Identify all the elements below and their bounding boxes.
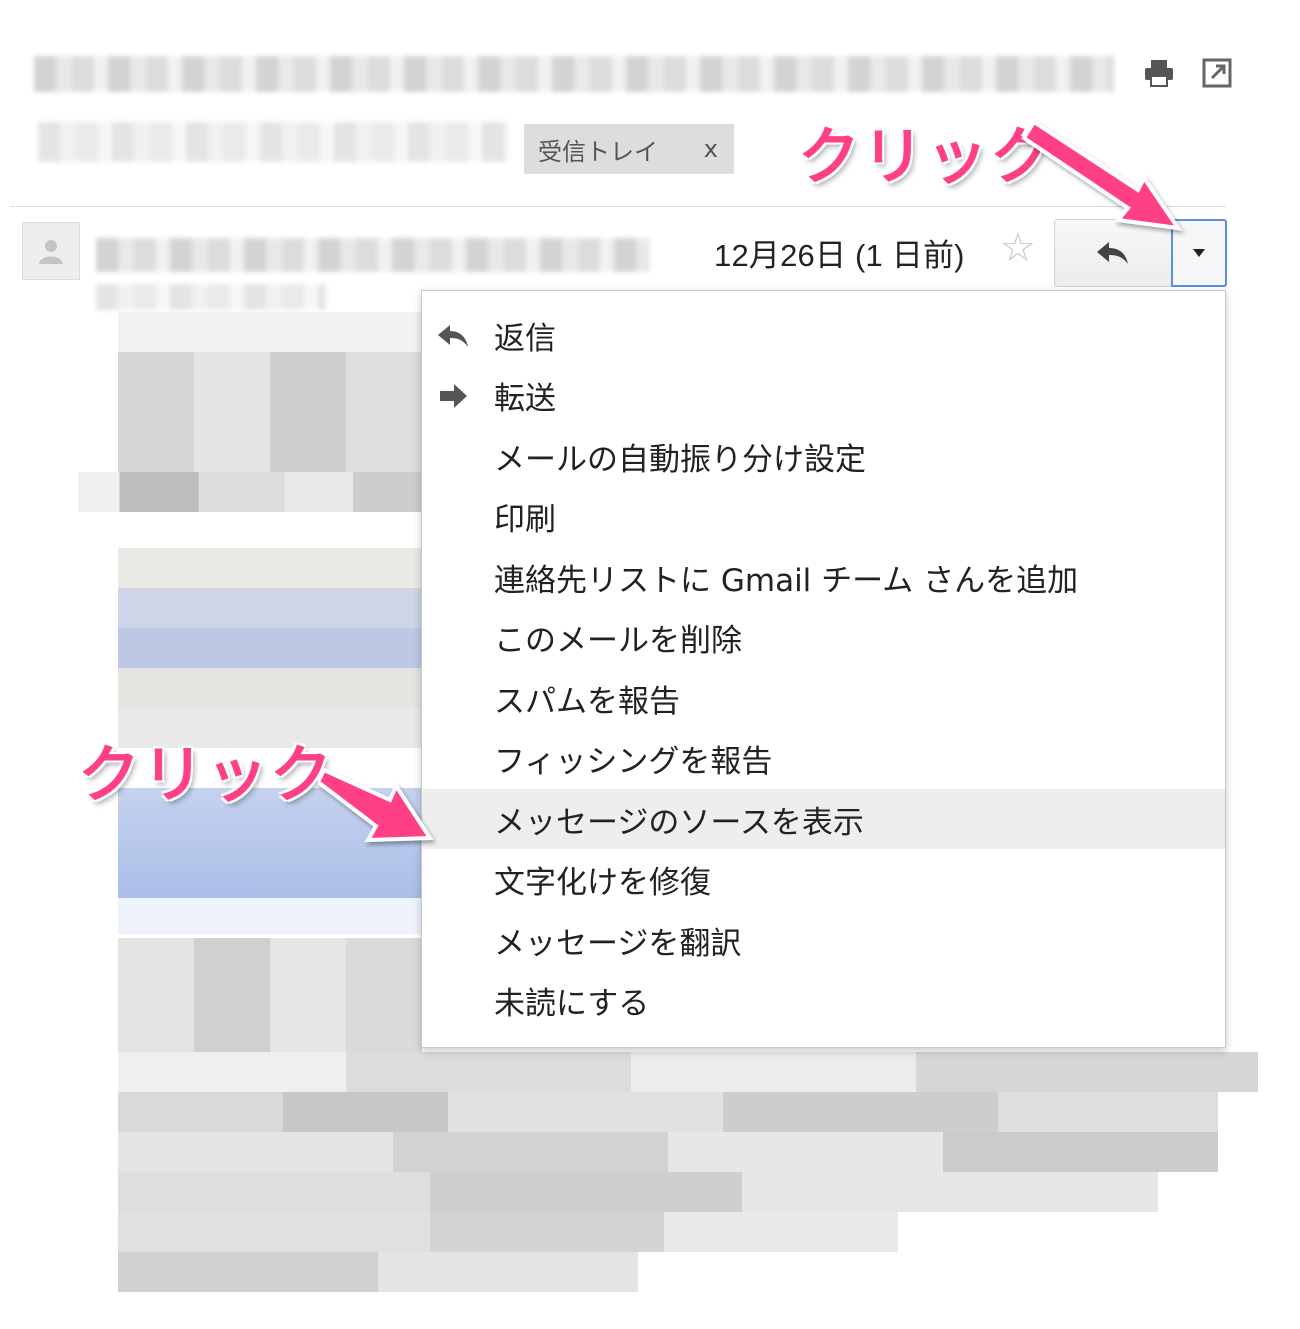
menu-item-label: スパムを報告	[494, 683, 680, 720]
subject-blurred	[34, 56, 1114, 92]
menu-item-print[interactable]: 印刷	[422, 486, 1225, 546]
menu-item-forward[interactable]: 転送	[422, 365, 1225, 425]
menu-item-show-original[interactable]: メッセージのソースを表示	[422, 789, 1225, 849]
menu-item-translate[interactable]: メッセージを翻訳	[422, 910, 1225, 970]
menu-item-label: メッセージを翻訳	[494, 925, 742, 962]
callout-arrow-top	[1021, 119, 1183, 231]
menu-item-label: 転送	[494, 380, 556, 417]
forward-icon	[440, 384, 467, 408]
message-actions-menu: 返信 転送 メールの自動振り分け設定 印刷 連絡先リストに Gmail チーム …	[421, 290, 1226, 1048]
menu-item-label: フィッシングを報告	[494, 743, 773, 780]
menu-item-fix-encoding[interactable]: 文字化けを修復	[422, 849, 1225, 909]
chevron-down-icon	[1193, 249, 1205, 257]
menu-item-add-contact[interactable]: 連絡先リストに Gmail チーム さんを追加	[422, 547, 1225, 607]
subject-line2-blurred	[38, 122, 508, 162]
reply-icon	[1097, 242, 1128, 264]
menu-item-label: メッセージのソースを表示	[494, 804, 864, 841]
menu-item-label: 連絡先リストに Gmail チーム さんを追加	[494, 562, 1079, 599]
menu-item-label: 返信	[494, 320, 556, 357]
inbox-label-text: 受信トレイ	[538, 137, 658, 166]
callout-arrow-left	[318, 767, 434, 843]
menu-item-reply[interactable]: 返信	[422, 305, 1225, 365]
callout-click-left: クリック	[78, 738, 335, 811]
sender-to-blurred	[96, 284, 326, 310]
menu-item-label: 未読にする	[494, 985, 650, 1022]
print-icon[interactable]	[1142, 56, 1176, 90]
menu-item-filter[interactable]: メールの自動振り分け設定	[422, 426, 1225, 486]
menu-item-label: このメールを削除	[494, 622, 742, 659]
label-remove-button[interactable]: x	[704, 135, 718, 163]
menu-item-label: 印刷	[494, 501, 556, 538]
menu-item-delete[interactable]: このメールを削除	[422, 607, 1225, 667]
reply-icon	[438, 325, 468, 347]
inbox-label-chip[interactable]: 受信トレイ x	[524, 124, 734, 174]
message-date: 12月26日 (1 日前)	[714, 238, 965, 273]
menu-item-label: 文字化けを修復	[494, 864, 711, 901]
menu-item-mark-unread[interactable]: 未読にする	[422, 970, 1225, 1030]
menu-item-report-spam[interactable]: スパムを報告	[422, 668, 1225, 728]
menu-item-report-phishing[interactable]: フィッシングを報告	[422, 728, 1225, 788]
sender-avatar	[22, 222, 80, 280]
menu-item-label: メールの自動振り分け設定	[494, 441, 866, 478]
body-mosaic-lower	[118, 1052, 1258, 1322]
sender-name-blurred	[96, 238, 650, 272]
person-icon	[39, 240, 63, 264]
callout-click-top: クリック	[798, 120, 1055, 193]
popout-icon[interactable]	[1200, 56, 1234, 90]
